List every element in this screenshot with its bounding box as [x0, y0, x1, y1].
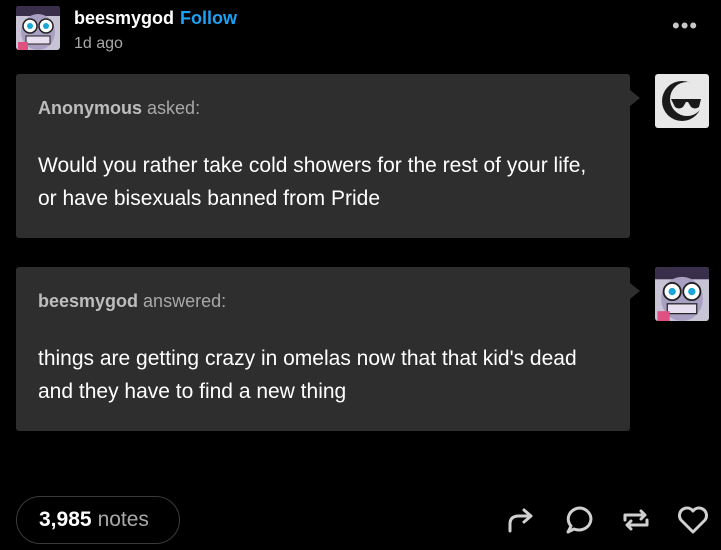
notes-button[interactable]: 3,985 notes [16, 496, 180, 544]
answerer-name[interactable]: beesmygod [38, 291, 138, 311]
share-button[interactable] [505, 503, 539, 537]
answerer-avatar[interactable] [655, 267, 709, 321]
reply-button[interactable] [563, 503, 597, 537]
username[interactable]: beesmygod [74, 8, 174, 28]
follow-button[interactable]: Follow [180, 8, 237, 28]
notes-count: 3,985 [39, 508, 92, 531]
answer-bubble: beesmygod answered: things are getting c… [16, 267, 640, 431]
post-timestamp[interactable]: 1d ago [74, 35, 123, 53]
reply-icon [566, 506, 593, 534]
ask-meta: Anonymous asked: [38, 98, 200, 119]
share-icon [508, 508, 533, 533]
blog-avatar[interactable] [16, 6, 60, 50]
anonymous-avatar [655, 74, 709, 128]
avatar-image [16, 6, 60, 50]
post-header: beesmygod Follow [74, 8, 237, 29]
answer-text: things are getting crazy in omelas now t… [38, 347, 577, 403]
more-options-button[interactable]: ••• [672, 13, 698, 39]
answer-verb: answered: [143, 291, 227, 311]
asker-name: Anonymous [38, 98, 143, 118]
answerer-avatar-image [655, 267, 709, 321]
like-button[interactable] [676, 503, 710, 537]
ask-verb: asked: [147, 98, 201, 118]
reblog-icon [623, 509, 649, 531]
notes-label: notes [97, 508, 149, 531]
ask-question: Would you rather take cold showers for t… [38, 154, 587, 210]
answer-meta: beesmygod answered: [38, 291, 226, 312]
like-icon [678, 506, 708, 534]
reblog-button[interactable] [619, 503, 653, 537]
anonymous-sunglasses-icon [662, 81, 704, 121]
ask-bubble: Anonymous asked: Would you rather take c… [16, 74, 640, 238]
